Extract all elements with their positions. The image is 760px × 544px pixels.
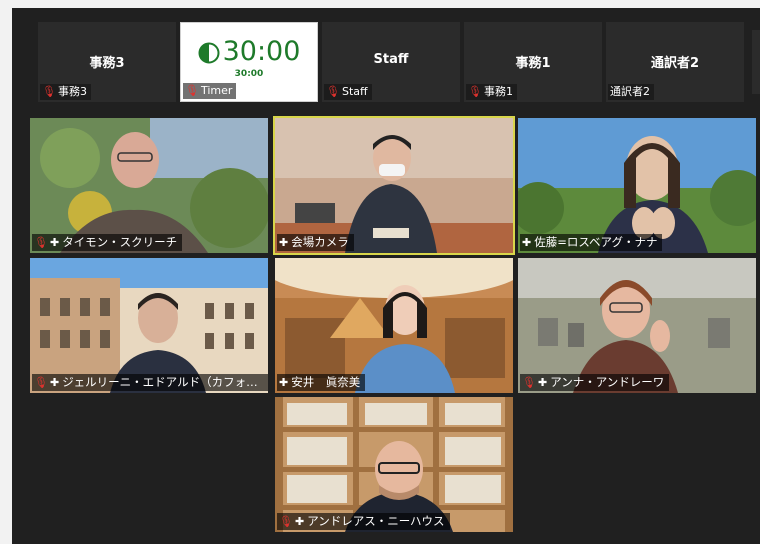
video-feed — [275, 397, 513, 532]
strip-tile-staff[interactable]: Staff 🎙︎ Staff — [322, 22, 460, 102]
strip-tile-jimu1[interactable]: 事務1 🎙︎ 事務1 — [464, 22, 602, 102]
mic-muted-icon: 🎙︎ — [522, 376, 536, 389]
tile-name-label: 🎙︎ 事務1 — [466, 84, 517, 100]
mic-muted-icon: 🎙︎ — [34, 376, 48, 389]
participant-name-label: ✚ 佐藤=ロスベアグ・ナナ — [520, 234, 663, 251]
video-tile-andreeva[interactable]: 🎙︎ ✚ アンナ・アンドレーワ — [518, 258, 756, 393]
video-feed — [30, 118, 268, 253]
mic-muted-icon: 🎙︎ — [279, 515, 293, 528]
strip-tile-timer[interactable]: 30:00 30:00 🎙︎ Timer — [180, 22, 318, 102]
participant-name-label: 🎙︎ ✚ タイモン・スクリーチ — [32, 234, 183, 251]
video-tile-yasui[interactable]: ✚ 安井 眞奈美 — [275, 258, 513, 393]
tile-display-name: 事務1 — [515, 56, 551, 71]
participant-name-label: 🎙︎✚ジェルリーニ・エドアルド（カフォスカリ… — [32, 374, 268, 391]
mic-muted-icon: 🎙︎ — [468, 85, 482, 98]
strip-tile-jimu3[interactable]: 事務3 🎙︎ 事務3 — [38, 22, 176, 102]
pin-icon: ✚ — [522, 236, 532, 249]
strip-next-tile-edge — [752, 30, 760, 94]
timer-small-readout: 30:00 — [234, 69, 264, 79]
mic-muted-icon: 🎙︎ — [42, 85, 56, 98]
video-tile-screech[interactable]: 🎙︎ ✚ タイモン・スクリーチ — [30, 118, 268, 253]
tile-display-name: 通訳者2 — [650, 56, 700, 71]
pin-icon: ✚ — [279, 376, 289, 389]
strip-tile-interpreter2[interactable]: 通訳者2 通訳者2 — [606, 22, 744, 102]
video-feed — [275, 118, 513, 253]
participant-name-label: 🎙︎ ✚ アンドレアス・ニーハウス — [277, 513, 450, 530]
video-feed — [518, 118, 756, 253]
mic-muted-icon: 🎙︎ — [34, 236, 48, 249]
video-feed — [30, 258, 268, 393]
video-feed — [518, 258, 756, 393]
participant-name-label: ✚ 会場カメラ — [277, 234, 354, 251]
pin-icon: ✚ — [49, 376, 60, 389]
participant-name-label: 🎙︎ ✚ アンナ・アンドレーワ — [520, 374, 670, 391]
tile-display-name: 事務3 — [89, 56, 125, 71]
tile-name-label: 🎙︎ Staff — [324, 84, 372, 100]
video-feed — [275, 258, 513, 393]
tile-display-name: Staff — [373, 52, 409, 67]
tile-name-label: 🎙︎ Timer — [183, 83, 237, 99]
meeting-gallery-view: 事務3 🎙︎ 事務3 30:00 30:00 🎙︎ Timer Staff 🎙︎ St… — [12, 8, 760, 544]
tile-name-label: 通訳者2 — [608, 84, 654, 100]
participant-name-label: ✚ 安井 眞奈美 — [277, 374, 366, 391]
video-tile-sato[interactable]: ✚ 佐藤=ロスベアグ・ナナ — [518, 118, 756, 253]
mic-muted-icon: 🎙︎ — [185, 84, 199, 97]
mic-muted-icon: 🎙︎ — [326, 85, 340, 98]
video-tile-gerlini[interactable]: 🎙︎✚ジェルリーニ・エドアルド（カフォスカリ… — [30, 258, 268, 393]
video-tile-niehaus[interactable]: 🎙︎ ✚ アンドレアス・ニーハウス — [275, 397, 513, 532]
pin-icon: ✚ — [294, 515, 305, 528]
timer-display: 30:00 — [181, 37, 317, 67]
timer-pie-icon — [198, 42, 220, 63]
tile-name-label: 🎙︎ 事務3 — [40, 84, 91, 100]
pin-icon: ✚ — [279, 236, 289, 249]
pin-icon: ✚ — [537, 376, 548, 389]
video-tile-venue-camera[interactable]: ✚ 会場カメラ — [273, 116, 515, 255]
pin-icon: ✚ — [49, 236, 60, 249]
